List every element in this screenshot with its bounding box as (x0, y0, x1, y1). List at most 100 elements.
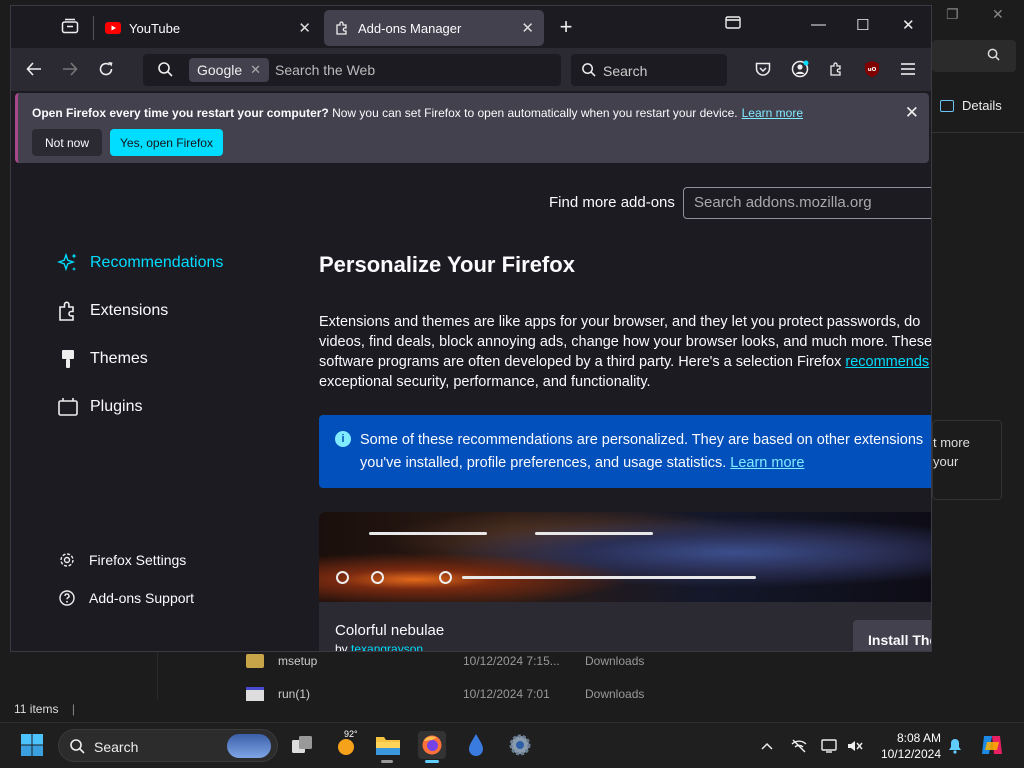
info-icon: i (335, 431, 351, 447)
page-description: Extensions and themes are like apps for … (319, 312, 932, 392)
remove-engine-icon[interactable]: ✕ (250, 62, 261, 78)
settings-gear-icon[interactable] (506, 731, 534, 759)
preview-button (371, 571, 384, 584)
category-themes[interactable]: Themes (57, 348, 148, 370)
preview-tab-bar (535, 532, 653, 535)
account-icon[interactable] (790, 59, 810, 79)
category-recommendations[interactable]: Recommendations (57, 252, 223, 274)
minimize-icon[interactable]: — (811, 16, 826, 33)
tab-addons-manager[interactable]: Add-ons Manager ✕ (324, 10, 544, 46)
network-offline-icon[interactable] (790, 737, 808, 755)
copilot-icon[interactable] (978, 731, 1006, 759)
url-bar[interactable]: Google ✕ Search the Web (143, 54, 561, 86)
author-link[interactable]: texangrayson (351, 642, 423, 651)
theme-name: Colorful nebulae (335, 622, 445, 639)
recommends-link[interactable]: recommends (845, 354, 929, 370)
details-button[interactable]: Details (940, 98, 1002, 113)
panel-text: your (933, 454, 959, 469)
task-view-icon[interactable] (288, 731, 316, 759)
system-clock[interactable]: 8:08 AM 10/12/2024 (874, 730, 941, 762)
file-date: 10/12/2024 7:01 (463, 687, 550, 701)
file-row[interactable]: msetup 10/12/2024 7:15... Downloads (246, 654, 644, 668)
description-text: Extensions and themes are like apps for … (319, 314, 932, 370)
close-notification-icon[interactable]: ✕ (905, 103, 919, 123)
firefox-settings-link[interactable]: Firefox Settings (59, 552, 186, 568)
footer-link-label: Firefox Settings (89, 552, 187, 568)
file-row[interactable]: run(1) 10/12/2024 7:01 Downloads (246, 687, 644, 701)
tab-list-icon[interactable] (61, 18, 79, 34)
category-extensions[interactable]: Extensions (57, 300, 168, 322)
explorer-side-panel: t more your (932, 420, 1002, 500)
search-label: Search (94, 739, 139, 755)
sparkle-icon (57, 252, 79, 274)
notification-message: Open Firefox every time you restart your… (32, 106, 803, 120)
maximize-icon[interactable]: ☐ (856, 16, 869, 34)
volume-muted-icon[interactable] (846, 737, 864, 755)
addons-search-input[interactable]: Search addons.mozilla.org (683, 187, 931, 219)
category-plugins[interactable]: Plugins (57, 396, 142, 418)
theme-card[interactable]: Colorful nebulae by texangrayson Install… (319, 512, 931, 652)
file-type: Downloads (585, 687, 645, 701)
url-placeholder: Search the Web (275, 62, 376, 78)
back-arrow-icon[interactable] (23, 58, 45, 80)
learn-more-link[interactable]: Learn more (730, 455, 804, 471)
details-label: Details (962, 98, 1002, 113)
clock-date: 10/12/2024 (880, 747, 941, 761)
forward-arrow-icon[interactable] (59, 58, 81, 80)
preview-tab-bar (369, 532, 487, 535)
pocket-icon[interactable] (753, 59, 773, 79)
firefox-window: YouTube ✕ Add-ons Manager ✕ + — ☐ ✕ Goog… (10, 5, 932, 652)
find-more-addons-label: Find more add-ons (549, 194, 675, 211)
panel-text: t more (933, 435, 970, 450)
close-icon[interactable]: ✕ (992, 6, 1004, 23)
navigation-toolbar: Google ✕ Search the Web Search uO (11, 48, 931, 91)
close-window-icon[interactable]: ✕ (902, 16, 915, 34)
display-icon[interactable] (820, 737, 838, 755)
view-icon[interactable] (725, 16, 741, 33)
app-file-icon (246, 687, 264, 701)
close-tab-icon[interactable]: ✕ (521, 19, 534, 37)
not-now-button[interactable]: Not now (32, 129, 102, 156)
file-type: Downloads (585, 654, 645, 668)
learn-more-link[interactable]: Learn more (742, 106, 803, 120)
close-tab-icon[interactable]: ✕ (298, 19, 311, 37)
install-theme-button[interactable]: Install Theme (853, 620, 931, 651)
tab-title: Add-ons Manager (358, 20, 462, 36)
file-name: msetup (278, 654, 318, 668)
search-engine-chip[interactable]: Google ✕ (189, 58, 270, 82)
addons-support-link[interactable]: Add-ons Support (59, 590, 194, 606)
menu-icon[interactable] (898, 59, 918, 79)
search-icon (987, 48, 1000, 64)
footer-link-label: Add-ons Support (89, 590, 195, 606)
taskbar-search-box[interactable]: Search (58, 729, 278, 762)
gear-icon (59, 552, 75, 568)
category-label: Recommendations (90, 254, 224, 271)
ublock-origin-icon[interactable]: uO (862, 59, 882, 79)
edge-droplet-icon[interactable] (462, 731, 490, 759)
youtube-icon (105, 20, 121, 36)
windows-start-icon[interactable] (18, 731, 46, 759)
notification-bar: Open Firefox every time you restart your… (15, 93, 929, 163)
reload-icon[interactable] (95, 58, 117, 80)
plugin-icon (57, 396, 79, 418)
restore-icon[interactable]: ❐ (946, 6, 959, 23)
divider (932, 132, 1024, 133)
tab-youtube[interactable]: YouTube ✕ (95, 10, 321, 46)
firefox-icon[interactable] (418, 731, 446, 759)
extensions-icon[interactable] (826, 59, 846, 79)
new-tab-button[interactable]: + (556, 14, 576, 40)
file-explorer-icon[interactable] (374, 731, 402, 759)
search-bar[interactable]: Search (571, 54, 727, 86)
file-name: run(1) (278, 687, 311, 701)
puzzle-icon (334, 20, 350, 36)
tab-bar: YouTube ✕ Add-ons Manager ✕ + — ☐ ✕ (11, 6, 931, 48)
explorer-search-box[interactable] (932, 40, 1016, 72)
details-pane-icon (940, 99, 954, 112)
yes-open-firefox-button[interactable]: Yes, open Firefox (110, 129, 223, 156)
author-prefix: by (335, 642, 352, 652)
search-icon (581, 62, 596, 82)
search-icon (69, 738, 85, 759)
notification-bell-icon[interactable] (946, 737, 964, 755)
svg-text:uO: uO (868, 67, 877, 73)
chevron-up-icon[interactable] (758, 737, 776, 755)
